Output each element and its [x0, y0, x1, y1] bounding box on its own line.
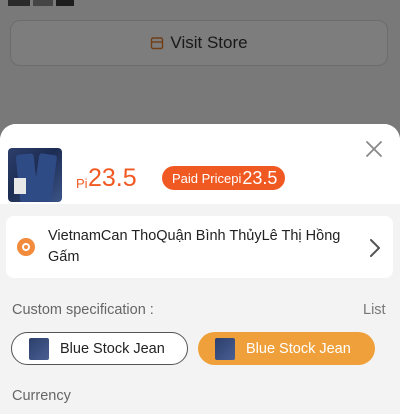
spec-option-label: Blue Stock Jean — [60, 340, 165, 357]
spec-option-blue-stock-jean-selected[interactable]: Blue Stock Jean — [198, 332, 375, 365]
spec-option-blue-stock-jean[interactable]: Blue Stock Jean — [11, 332, 188, 365]
custom-spec-label: Custom specification : — [12, 302, 154, 318]
option-thumbnail — [215, 337, 235, 360]
close-icon[interactable] — [364, 139, 384, 159]
list-view-link[interactable]: List — [363, 302, 386, 318]
chevron-right-icon — [370, 239, 380, 257]
product-price: 23.5 — [88, 164, 137, 192]
price-currency-symbol: Pi — [76, 176, 88, 191]
shipping-address-text: VietnamCan ThoQuận Bình ThủyLê Thị Hồng … — [48, 228, 341, 265]
spec-option-label: Blue Stock Jean — [246, 340, 351, 357]
currency-label: Currency — [12, 388, 71, 404]
paid-price-badge: Paid Pricepi 23.5 — [162, 166, 286, 190]
paid-price-amount: 23.5 — [242, 167, 278, 188]
shipping-address-card[interactable]: VietnamCan ThoQuận Bình ThủyLê Thị Hồng … — [6, 216, 393, 278]
product-image — [8, 148, 62, 202]
option-thumbnail — [29, 337, 49, 360]
location-pin-icon — [17, 238, 35, 256]
spec-bottom-sheet: Pi 23.5 Paid Pricepi 23.5 VietnamCan Tho… — [0, 124, 400, 414]
sheet-header: Pi 23.5 Paid Pricepi 23.5 — [0, 124, 400, 204]
paid-price-label: Paid Pricepi — [172, 170, 242, 186]
